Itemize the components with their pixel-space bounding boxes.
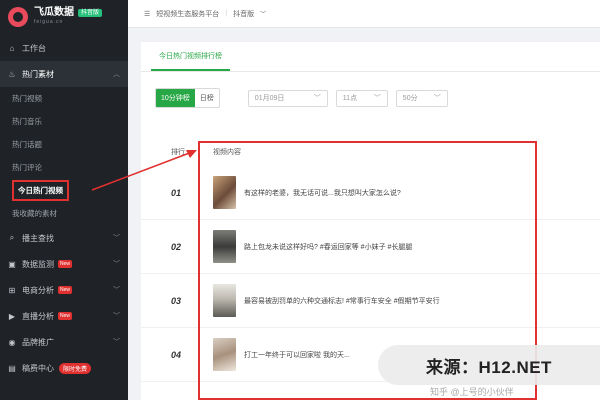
column-header-rank: 排行 [171,149,185,156]
sidebar-item-label: 稿费中心 [22,363,54,373]
sidebar-subitem-label: 我收藏的素材 [12,209,57,218]
list-icon[interactable]: ☰ [144,10,150,18]
new-badge: New [58,312,73,320]
rank-number: 01 [171,187,182,198]
sidebar-item-live[interactable]: ▶ 直播分析 New ﹀ [0,303,128,329]
sidebar-item-label: 数据监测 [22,259,54,269]
video-thumbnail[interactable] [213,338,236,371]
chevron-down-icon: ﹀ [313,95,321,102]
rank-number: 04 [171,349,182,360]
fire-icon: ♨ [8,69,16,79]
column-header-content: 视频内容 [213,149,241,156]
rank-number: 02 [171,241,182,252]
date-select-value: 01月09日 [254,95,285,102]
app-logo[interactable]: 飞瓜数据 抖音版 feigua.cn [0,0,128,33]
sidebar-subitem-label: 热门评论 [12,163,42,172]
app-name: 飞瓜数据 [34,7,74,18]
brand-icon: ◉ [8,337,16,347]
platform-title: 短视频生态服务平台 [156,10,220,18]
sidebar-item-creator-search[interactable]: ⌕ 播主查找 ﹀ [0,225,128,251]
sidebar-subitem-label: 热门音乐 [12,117,42,126]
sidebar-item-label: 电商分析 [22,285,54,295]
sidebar-item-brand[interactable]: ◉ 品牌推广 ﹀ [0,329,128,355]
chevron-down-icon: ﹀ [433,95,441,102]
sidebar-subitem-hot-comments[interactable]: 热门评论 [0,156,128,179]
segment-daily[interactable]: 日榜 [195,89,219,107]
video-thumbnail[interactable] [213,284,236,317]
zhihu-watermark: 知乎 @上号的小伙伴 [430,387,514,397]
date-select[interactable]: 01月09日 ﹀ [247,89,328,107]
home-icon: ⌂ [9,43,15,53]
sidebar-item-label: 播主查找 [22,233,54,243]
sidebar: 飞瓜数据 抖音版 feigua.cn ⌂ 工作台 ♨ 热门素材 ︿ 热门视频 热… [0,0,128,400]
video-title[interactable]: 有这样的老婆，我无话可说...我只想叫大家怎么说? [244,188,401,198]
tab-today-hot-videos[interactable]: 今日热门视频排行榜 [151,51,230,71]
video-title[interactable]: 打工一年终于可以回家啦 我的天... [244,350,350,360]
sidebar-item-label: 直播分析 [22,311,54,321]
segment-10min[interactable]: 10分钟榜 [156,89,195,107]
chevron-down-icon: ﹀ [113,261,120,268]
sidebar-subitem-label: 热门话题 [12,140,42,149]
app-badge: 抖音版 [78,9,103,17]
chevron-down-icon: ﹀ [113,287,120,294]
new-badge: New [58,260,73,268]
monitor-icon: ▣ [8,259,16,269]
sidebar-subitem-my-favorites[interactable]: 我收藏的素材 [0,202,128,225]
search-icon: ⌕ [9,233,15,242]
chevron-down-icon: ﹀ [260,12,267,18]
table-header: 排行 视频内容 [141,142,600,162]
video-thumbnail[interactable] [213,230,236,263]
sidebar-item-wallet[interactable]: ▤ 稿费中心 限时免费 [0,355,128,381]
cart-icon: ⊞ [8,285,16,295]
table-row[interactable]: 01 有这样的老婆，我无话可说...我只想叫大家怎么说? [141,166,600,220]
sidebar-item-workbench[interactable]: ⌂ 工作台 [0,35,128,61]
hour-select-value: 11点 [342,95,358,102]
top-bar: ☰ 短视频生态服务平台 | 抖音版 ﹀ [128,0,600,28]
sidebar-subitem-hot-topics[interactable]: 热门话题 [0,133,128,156]
sidebar-subitem-today-hot-videos[interactable]: 今日热门视频 [0,179,128,202]
sidebar-item-hot-materials[interactable]: ♨ 热门素材 ︿ [0,61,128,87]
sidebar-item-label: 热门素材 [22,69,54,79]
platform-switch[interactable]: 抖音版 [233,9,254,19]
app-domain: feigua.cn [34,19,64,25]
logo-icon [8,6,28,27]
video-title[interactable]: 最容易被刮罚单的六种交通标志! #常事行车安全 #假期节平安行 [244,296,440,306]
new-badge: New [58,286,73,294]
table-row[interactable]: 02 路上包龙未说这样好吗? #春运回家等 #小妹子 #长腿腿 [141,220,600,274]
rank-number: 03 [171,295,182,306]
sidebar-item-label: 品牌推广 [22,337,54,347]
live-icon: ▶ [8,311,16,321]
video-thumbnail[interactable] [213,176,236,209]
minute-select[interactable]: 50分 ﹀ [395,89,448,107]
chevron-down-icon: ﹀ [113,235,120,242]
sidebar-item-ecommerce[interactable]: ⊞ 电商分析 New ﹀ [0,277,128,303]
limited-free-badge: 限时免费 [59,362,92,374]
chevron-down-icon: ﹀ [113,339,120,346]
sidebar-subitem-hot-videos[interactable]: 热门视频 [0,87,128,110]
table-row[interactable]: 03 最容易被刮罚单的六种交通标志! #常事行车安全 #假期节平安行 [141,274,600,328]
filter-bar: 10分钟榜 日榜 01月09日 ﹀ 11点 ﹀ 50分 ﹀ [155,88,448,108]
sidebar-item-label: 工作台 [22,43,46,53]
chevron-down-icon: ﹀ [113,313,120,320]
ranking-period-toggle: 10分钟榜 日榜 [155,88,220,108]
chevron-up-icon: ︿ [113,71,120,78]
sidebar-item-monitoring[interactable]: ▣ 数据监测 New ﹀ [0,251,128,277]
sidebar-subitem-label: 热门视频 [12,94,42,103]
source-watermark: 来源：H12.NET [378,345,600,385]
minute-select-value: 50分 [402,95,418,102]
sidebar-subitem-label: 今日热门视频 [12,180,69,201]
wallet-icon: ▤ [8,363,16,373]
separator: | [225,10,228,17]
sidebar-subitem-hot-music[interactable]: 热门音乐 [0,110,128,133]
hour-select[interactable]: 11点 ﹀ [335,89,388,107]
tab-bar: 今日热门视频排行榜 [141,42,600,72]
video-title[interactable]: 路上包龙未说这样好吗? #春运回家等 #小妹子 #长腿腿 [244,242,412,252]
chevron-down-icon: ﹀ [373,95,381,102]
